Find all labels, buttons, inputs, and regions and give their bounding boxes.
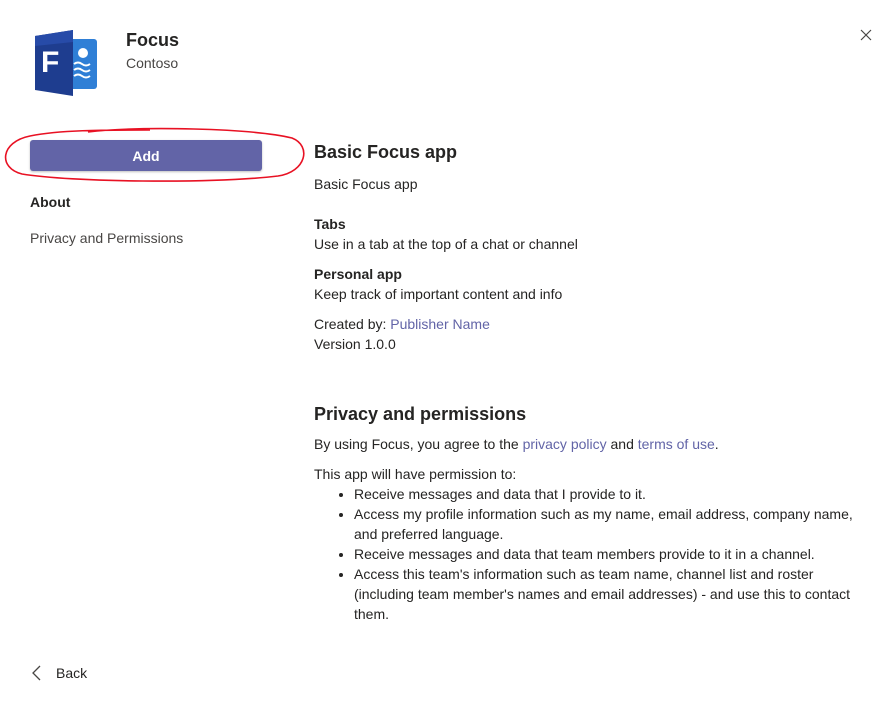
permission-intro: This app will have permission to: — [314, 466, 517, 482]
nav-item-privacy[interactable]: Privacy and Permissions — [30, 230, 183, 246]
privacy-title: Privacy and permissions — [314, 404, 527, 424]
permission-item: Access my profile information such as my… — [354, 504, 864, 544]
terms-of-use-link[interactable]: terms of use — [638, 436, 715, 452]
agreement-period: . — [714, 436, 719, 452]
created-by: Created by: Publisher Name — [314, 314, 864, 334]
close-button[interactable] — [856, 25, 876, 45]
personal-app-heading: Personal app — [314, 266, 402, 282]
back-label: Back — [56, 665, 88, 681]
tabs-heading: Tabs — [314, 216, 346, 232]
back-button[interactable]: Back — [30, 664, 87, 682]
add-button[interactable]: Add — [30, 140, 262, 171]
app-logo-letter: F — [41, 46, 60, 79]
agreement-and: and — [606, 436, 638, 452]
permission-item: Receive messages and data that I provide… — [354, 484, 864, 504]
nav-item-about[interactable]: About — [30, 194, 70, 210]
publisher-link[interactable]: Publisher Name — [390, 316, 490, 332]
chevron-left-icon — [32, 665, 41, 681]
app-publisher: Contoso — [126, 55, 179, 71]
agreement-text: By using Focus, you agree to the — [314, 436, 523, 452]
privacy-agreement: By using Focus, you agree to the privacy… — [314, 434, 864, 454]
close-icon — [860, 29, 872, 41]
privacy-policy-link[interactable]: privacy policy — [523, 436, 607, 452]
created-by-label: Created by: — [314, 316, 391, 332]
app-name: Focus — [126, 30, 180, 50]
personal-app-description: Keep track of important content and info — [314, 286, 563, 302]
about-description: Basic Focus app — [314, 176, 418, 192]
about-title: Basic Focus app — [314, 142, 458, 162]
version-text: Version 1.0.0 — [314, 336, 396, 352]
app-logo-icon: F — [33, 28, 99, 98]
permission-item: Access this team's information such as t… — [354, 564, 864, 624]
permission-list: Receive messages and data that I provide… — [314, 484, 864, 624]
permission-item: Receive messages and data that team memb… — [354, 544, 864, 564]
details-content: Basic Focus app Basic Focus app Tabs Use… — [314, 140, 864, 624]
tabs-description: Use in a tab at the top of a chat or cha… — [314, 236, 578, 252]
